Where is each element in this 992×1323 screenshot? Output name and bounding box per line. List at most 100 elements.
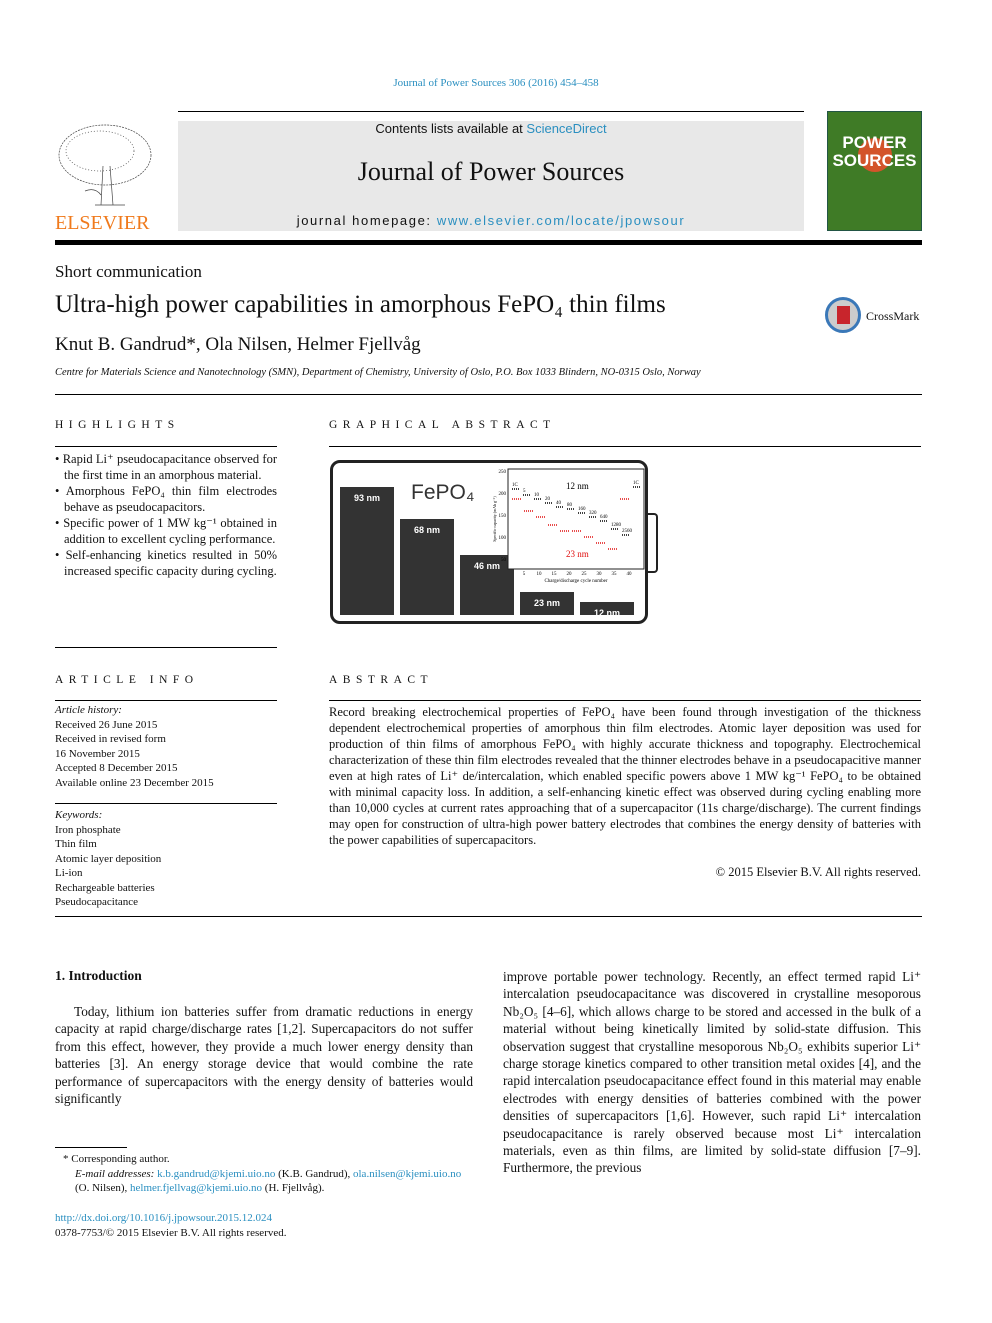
history-entry: Received in revised form <box>55 733 166 745</box>
rate-label: 10 <box>534 493 540 498</box>
x-tick-label: 35 <box>612 572 618 577</box>
email-owner: (K.B. Gandrud), <box>275 1167 353 1180</box>
journal-title: Journal of Power Sources <box>357 157 625 186</box>
article-title: Ultra-high power capabilities in amorpho… <box>55 291 666 318</box>
highlight-item: Self-enhancing kinetics resulted in 50% … <box>55 547 277 579</box>
divider <box>55 700 277 701</box>
y-tick-label: 200 <box>499 492 507 497</box>
header-rule <box>55 240 922 245</box>
divider <box>55 916 922 917</box>
y-tick-label: 50 <box>501 558 507 563</box>
sciencedirect-link[interactable]: ScienceDirect <box>526 121 606 136</box>
footnote-rule <box>55 1147 127 1148</box>
y-tick-label: 250 <box>499 470 507 475</box>
x-tick-label: 40 <box>627 572 633 577</box>
thickness-bar: 68 nm <box>400 519 454 615</box>
affiliation: Centre for Materials Science and Nanotec… <box>55 367 701 378</box>
rate-label: 80 <box>567 503 573 508</box>
article-history: Article history: Received 26 June 2015 R… <box>55 703 277 790</box>
divider <box>178 111 804 112</box>
x-tick-label: 10 <box>537 572 543 577</box>
y-axis-label: Specific capacity (mAh g⁻¹) <box>492 496 497 542</box>
authors: Knut B. Gandrud*, Ola Nilsen, Helmer Fje… <box>55 334 421 355</box>
divider <box>55 803 277 804</box>
rate-label: 40 <box>556 501 562 506</box>
journal-reference-link[interactable]: Journal of Power Sources 306 (2016) 454–… <box>0 77 992 89</box>
y-tick-label: 150 <box>499 514 507 519</box>
x-axis-label: Charge/discharge cycle number <box>544 579 607 584</box>
highlights-heading: HIGHLIGHTS <box>55 419 180 431</box>
thickness-bar: 93 nm <box>340 487 394 615</box>
journal-cover-image: POWER SOURCES <box>827 111 922 231</box>
article-type: Short communication <box>55 262 202 281</box>
keywords: Keywords: Iron phosphate Thin film Atomi… <box>55 808 277 910</box>
highlight-item: Rapid Li⁺ pseudocapacitance observed for… <box>55 451 277 483</box>
homepage-link[interactable]: www.elsevier.com/locate/jpowsour <box>437 213 685 228</box>
keyword: Thin film <box>55 838 97 850</box>
formula-label: FePO₄ <box>411 481 475 504</box>
inset-chart: 250 200 150 100 50 5 10 15 20 25 30 35 40 Charge/disc… <box>492 468 645 584</box>
rate-label: 160 <box>578 507 586 512</box>
rate-label: 640 <box>600 515 608 520</box>
x-tick-label: 30 <box>597 572 603 577</box>
divider <box>55 446 277 447</box>
history-entry: 16 November 2015 <box>55 747 140 760</box>
graphical-abstract-figure: 93 nm 68 nm 46 nm 23 nm 12 nm FePO₄ 250 200 15… <box>330 460 658 624</box>
series-label-23nm: 23 nm <box>566 549 589 559</box>
email-link[interactable]: ola.nilsen@kjemi.uio.no <box>353 1168 461 1180</box>
highlight-item: Specific power of 1 MW kg⁻¹ obtained in … <box>55 515 277 547</box>
keyword: Li-ion <box>55 867 83 879</box>
x-tick-label: 15 <box>552 572 558 577</box>
thickness-bar: 23 nm <box>520 591 574 615</box>
divider <box>329 446 921 447</box>
x-tick-label: 25 <box>582 572 588 577</box>
highlight-item: Amorphous FePO₄ thin film electrodes beh… <box>55 483 277 515</box>
thickness-bar: 12 nm <box>580 602 634 618</box>
graphical-abstract-heading: GRAPHICAL ABSTRACT <box>329 419 556 431</box>
rate-label: 2560 <box>622 529 633 534</box>
series-label-12nm: 12 nm <box>566 481 589 491</box>
intro-paragraph: Today, lithium ion batteries suffer from… <box>55 1004 473 1107</box>
keyword: Rechargeable batteries <box>55 881 155 894</box>
abstract-heading: ABSTRACT <box>329 674 434 686</box>
rate-label: 1C <box>633 481 640 486</box>
doi-link[interactable]: http://dx.doi.org/10.1016/j.jpowsour.201… <box>55 1211 272 1226</box>
rate-label: 1280 <box>611 523 622 528</box>
history-label: Article history: <box>55 704 122 716</box>
intro-paragraph: improve portable power technology. Recen… <box>503 969 921 1176</box>
copyright: © 2015 Elsevier B.V. All rights reserved… <box>715 865 921 879</box>
divider <box>55 647 277 648</box>
divider <box>329 700 921 701</box>
x-tick-label: 5 <box>523 572 526 577</box>
keyword: Pseudocapacitance <box>55 896 139 908</box>
history-entry: Accepted 8 December 2015 <box>55 762 178 774</box>
email-link[interactable]: helmer.fjellvag@kjemi.uio.no <box>130 1182 262 1194</box>
email-owner: (O. Nilsen), <box>75 1182 130 1194</box>
footnote: * Corresponding author. E-mail addresses… <box>55 1152 473 1196</box>
keyword: Iron phosphate <box>55 823 121 836</box>
elsevier-tree-logo <box>58 124 152 206</box>
crossmark-label[interactable]: CrossMark <box>866 309 919 324</box>
highlights-list: Rapid Li⁺ pseudocapacitance observed for… <box>55 451 277 579</box>
homepage-line: journal homepage: www.elsevier.com/locat… <box>296 213 686 228</box>
journal-banner: Contents lists available at ScienceDirec… <box>178 121 804 231</box>
rate-label: 1C <box>512 483 519 488</box>
history-entry: Available online 23 December 2015 <box>55 776 214 789</box>
divider <box>55 394 922 395</box>
keyword: Atomic layer deposition <box>55 852 162 865</box>
x-tick-label: 20 <box>567 572 573 577</box>
contents-line: Contents lists available at ScienceDirec… <box>375 121 607 136</box>
rate-label: 320 <box>589 511 597 516</box>
section-heading: 1. Introduction <box>55 968 142 983</box>
email-link[interactable]: k.b.gandrud@kjemi.uio.no <box>157 1168 275 1180</box>
email-label: E-mail addresses: <box>75 1167 158 1180</box>
elsevier-logo-text: ELSEVIER <box>55 212 150 234</box>
article-info-heading: ARTICLE INFO <box>55 674 199 686</box>
crossmark-icon[interactable] <box>825 297 861 333</box>
keywords-label: Keywords: <box>55 809 103 821</box>
rate-label: 20 <box>545 497 551 502</box>
history-entry: Received 26 June 2015 <box>55 718 158 731</box>
email-owner: (H. Fjellvåg). <box>262 1182 325 1194</box>
abstract-text: Record breaking electrochemical properti… <box>329 705 921 847</box>
corresponding-note: * Corresponding author. <box>63 1153 170 1165</box>
